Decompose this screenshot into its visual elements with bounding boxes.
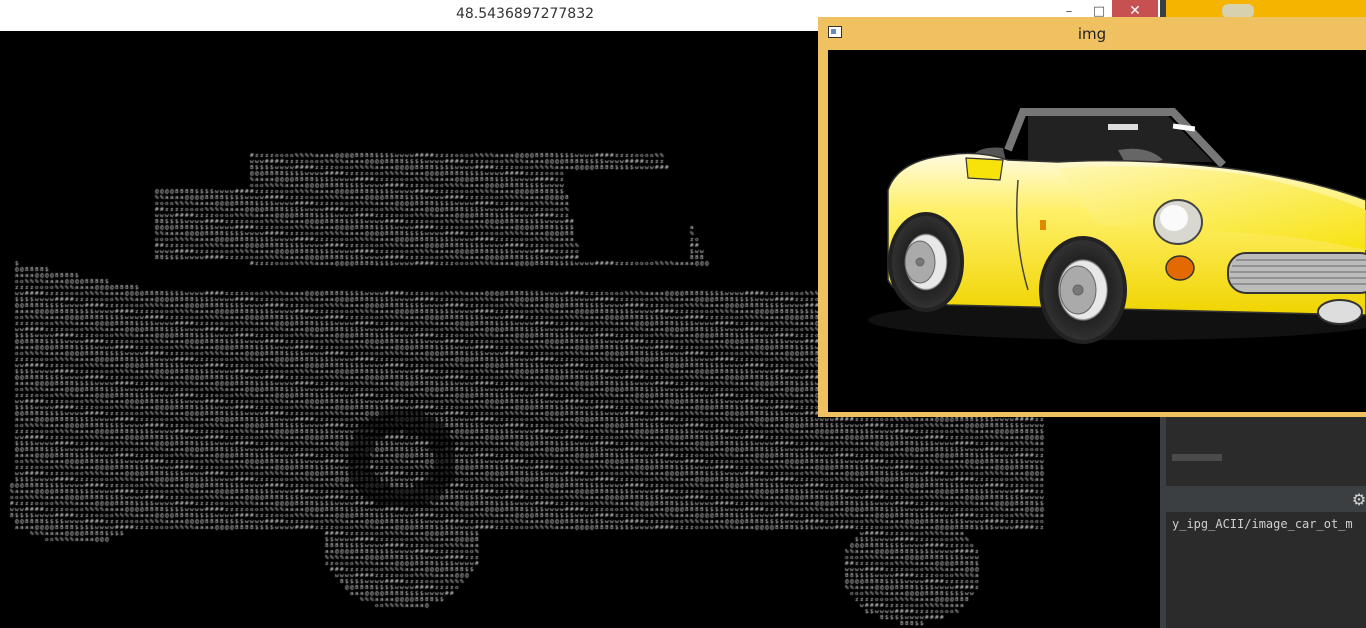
car-image xyxy=(828,50,1366,412)
image-window-title: img xyxy=(1077,25,1107,43)
image-titlebar[interactable]: img xyxy=(818,17,1366,50)
ide-panel-header: ⚙ xyxy=(1166,486,1366,512)
console-path-text: y_ipg_ACII/image_car_ot_m xyxy=(1172,517,1353,531)
taskbar-icon[interactable] xyxy=(1222,4,1254,18)
image-preview-window: img xyxy=(818,17,1366,417)
ide-divider xyxy=(1172,454,1222,461)
gear-icon[interactable]: ⚙ xyxy=(1350,490,1366,509)
car-illustration xyxy=(868,108,1366,344)
